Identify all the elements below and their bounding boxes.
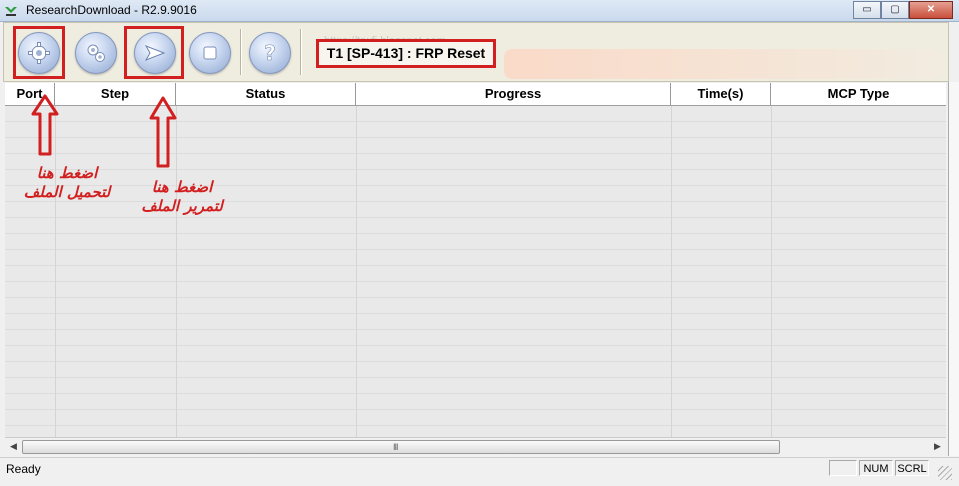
svg-text:?: ? [264, 41, 276, 65]
app-icon [5, 7, 17, 16]
table-header: Port Step Status Progress Time(s) MCP Ty… [5, 83, 946, 106]
annotation-load-line2: لتحميل الملف [23, 183, 111, 201]
resize-grip-icon[interactable] [938, 466, 952, 480]
status-scrl: SCRL [895, 460, 929, 476]
stop-icon [203, 46, 217, 60]
close-button[interactable]: ✕ [909, 1, 953, 19]
status-bar: Ready NUM SCRL [0, 457, 959, 486]
gears-icon [87, 44, 105, 62]
help-icon: ? [264, 41, 276, 65]
help-button[interactable]: ? [249, 32, 291, 74]
annotation-load-line1: اضغط هنا [36, 164, 98, 182]
scroll-grip-icon: III [393, 442, 398, 452]
annotation-load-file: اضغط هنا لتحميل الملف [12, 164, 122, 202]
table-body [5, 106, 946, 437]
load-button-highlight [13, 26, 65, 79]
model-label: T1 [SP-413] : FRP Reset [316, 39, 496, 68]
scroll-right-icon[interactable]: ▶ [931, 440, 944, 453]
horizontal-scrollbar[interactable]: ◀ III ▶ [5, 437, 946, 455]
annotation-start-line1: اضغط هنا [151, 178, 213, 196]
status-panel-empty [829, 460, 857, 476]
column-header-status[interactable]: Status [176, 83, 356, 105]
maximize-button[interactable]: ▢ [881, 1, 909, 19]
status-text: Ready [6, 462, 41, 476]
column-divider [771, 106, 772, 437]
up-arrow-annotation-load [31, 94, 59, 156]
minimize-button[interactable]: ▭ [853, 1, 881, 19]
toolbar-separator [300, 29, 302, 75]
column-header-progress[interactable]: Progress [356, 83, 671, 105]
annotation-start-file: اضغط هنا لتمرير الملف [122, 178, 242, 216]
title-bar: ResearchDownload - R2.9.9016 ▭ ▢ ✕ [0, 0, 959, 22]
scroll-thumb[interactable]: III [22, 440, 780, 454]
toolbar-separator [240, 29, 242, 75]
column-divider [356, 106, 357, 437]
settings-button[interactable] [75, 32, 117, 74]
column-header-mcp-type[interactable]: MCP Type [771, 83, 946, 105]
window-title: ResearchDownload - R2.9.9016 [26, 3, 197, 17]
stop-button[interactable] [189, 32, 231, 74]
scroll-left-icon[interactable]: ◀ [7, 440, 20, 453]
window-border [948, 82, 959, 456]
start-button-highlight [124, 26, 184, 79]
annotation-start-line2: لتمرير الملف [141, 197, 223, 215]
up-arrow-annotation-start [149, 96, 177, 168]
column-divider [671, 106, 672, 437]
column-header-time[interactable]: Time(s) [671, 83, 771, 105]
status-num: NUM [859, 460, 893, 476]
port-table[interactable]: Port Step Status Progress Time(s) MCP Ty… [5, 83, 946, 437]
background-smear [504, 49, 944, 79]
